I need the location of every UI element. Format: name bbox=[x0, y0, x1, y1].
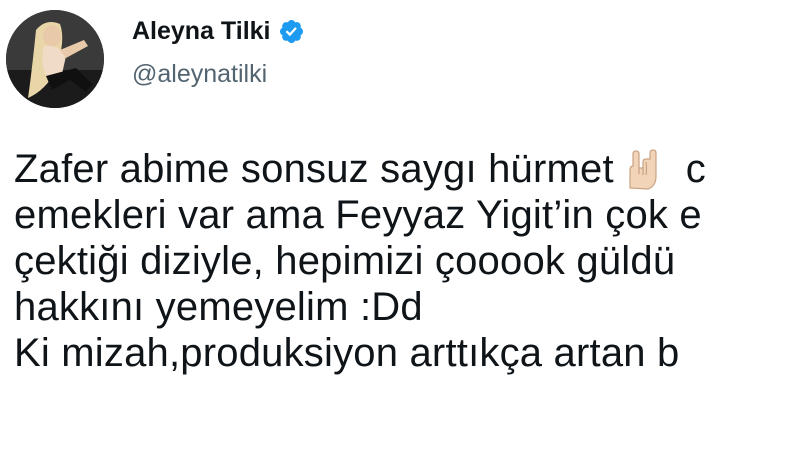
author-handle[interactable]: @aleynatilki bbox=[132, 58, 267, 90]
tweet-header: Aleyna Tilki @aleynatilki bbox=[0, 0, 800, 110]
tweet-text-line-5: Ki mizah,produksiyon arttıkça artan b bbox=[14, 331, 680, 375]
tweet-card: Aleyna Tilki @aleynatilki Zafer abime so… bbox=[0, 0, 800, 450]
tweet-text-line-4: hakkını yemeyelim :Dd bbox=[14, 285, 423, 329]
tweet-text: Zafer abime sonsuz saygı hürmet c emekle… bbox=[14, 146, 800, 376]
tweet-text-line-1: Zafer abime sonsuz saygı hürmet c bbox=[14, 146, 800, 192]
horns-hand-emoji-icon bbox=[620, 148, 662, 190]
author-display-name[interactable]: Aleyna Tilki bbox=[132, 14, 271, 48]
tweet-text-line-1-trailing: c bbox=[685, 147, 706, 191]
tweet-text-line-1-text: Zafer abime sonsuz saygı hürmet bbox=[14, 147, 614, 191]
avatar[interactable] bbox=[6, 10, 104, 108]
author-name-row: Aleyna Tilki bbox=[132, 14, 305, 48]
verified-badge-icon bbox=[278, 18, 305, 45]
avatar-photo-icon bbox=[6, 10, 104, 108]
tweet-text-line-2: emekleri var ama Feyyaz Yigit’in çok e bbox=[14, 193, 702, 237]
tweet-text-line-3: çektiği diziyle, hepimizi çooook güldü bbox=[14, 239, 676, 283]
